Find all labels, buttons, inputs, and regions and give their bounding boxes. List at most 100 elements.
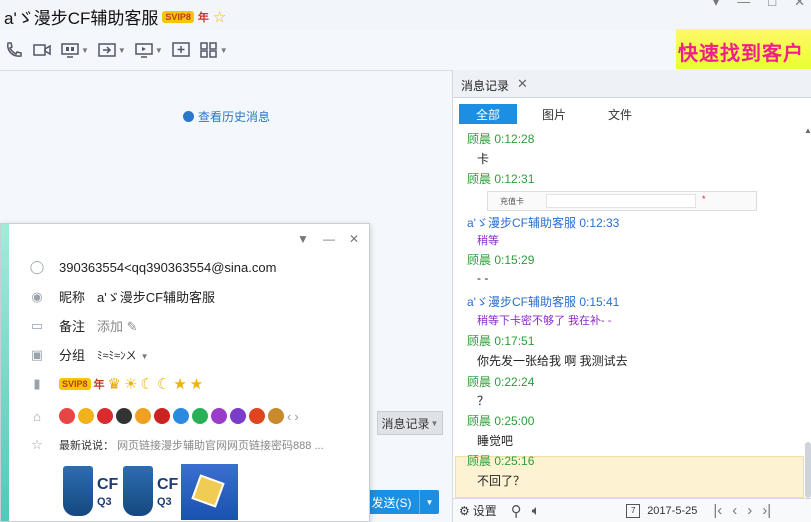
year-badge: 年	[93, 379, 105, 391]
moon-icon: ☾	[140, 376, 154, 393]
scrollbar[interactable]: ▲	[804, 126, 811, 500]
group-label: 分组	[59, 348, 86, 363]
menu-dropdown-icon[interactable]: ▾	[713, 0, 720, 10]
message-time: 0:25:00	[494, 414, 535, 428]
message-text[interactable]: 不回了？	[477, 472, 525, 489]
badge-icon[interactable]	[249, 408, 265, 424]
star-icon[interactable]: ☆	[213, 8, 226, 26]
message-sender[interactable]: a'ゞ漫步CF辅助客服	[467, 216, 576, 230]
privilege-badges[interactable]: ‹ ›	[59, 408, 299, 424]
badge-icon[interactable]	[135, 408, 151, 424]
message-text[interactable]: 稍等下卡密不够了 我在补- -	[477, 312, 611, 328]
group-select[interactable]: ﾐ≈ﾐ≈ﾝㄨ ▼	[97, 347, 149, 363]
date-picker[interactable]: 7 2017-5-25	[626, 503, 697, 518]
popup-menu-icon[interactable]: ▼	[297, 232, 309, 246]
message-sender[interactable]: 顾晨	[467, 454, 491, 468]
chevron-right-icon[interactable]: ›	[294, 409, 298, 424]
scroll-up-icon[interactable]: ▲	[804, 126, 811, 135]
message-header: a'ゞ漫步CF辅助客服 0:12:33	[467, 214, 619, 231]
chevron-down-icon[interactable]: ▼	[220, 46, 228, 55]
screen-share-icon[interactable]: ▼	[60, 41, 89, 59]
message-text[interactable]: - -	[477, 271, 488, 285]
badge-icon[interactable]	[192, 408, 208, 424]
message-sender[interactable]: 顾晨	[467, 132, 491, 146]
filter-files[interactable]: 文件	[591, 104, 649, 124]
scroll-thumb[interactable]	[805, 442, 811, 498]
level-badges[interactable]: SVIP8 年 ♛ ☀ ☾ ☾ ★ ★	[59, 375, 203, 393]
page-navigation: |‹ ‹ › ›|	[713, 502, 771, 519]
message-text[interactable]: 睡觉吧	[477, 432, 513, 449]
video-icon[interactable]	[32, 41, 52, 59]
view-history-link[interactable]: 查看历史消息	[183, 108, 270, 125]
ad-banner-text: 快速找到客户	[678, 43, 804, 65]
title-bar: a'ゞ漫步CF辅助客服 SVIP8 年 ☆ ▾ — □ ✕	[0, 0, 811, 30]
message-log-tab[interactable]: 消息记录 ✕	[453, 70, 811, 98]
prev-page-icon[interactable]: ‹	[732, 502, 737, 519]
account-text[interactable]: 390363554<qq390363554@sina.com	[59, 260, 276, 275]
badge-icon[interactable]	[230, 408, 246, 424]
message-text[interactable]: 你先发一张给我 啊 我测试去	[477, 352, 628, 369]
recharge-card-image[interactable]: 充值卡 *	[487, 191, 757, 211]
contact-name[interactable]: a'ゞ漫步CF辅助客服	[4, 4, 158, 29]
apps-grid-icon[interactable]: ▼	[199, 41, 228, 59]
message-text[interactable]: ？	[477, 392, 489, 409]
chevron-down-icon[interactable]: ▼	[155, 46, 163, 55]
phone-icon[interactable]	[4, 41, 24, 59]
gear-icon: ⚙	[459, 503, 470, 518]
last-page-icon[interactable]: ›|	[762, 502, 771, 519]
badge-icon[interactable]	[173, 408, 189, 424]
signature-text[interactable]: 最新说说： 网页链接漫步辅助官网网页链接密码888 ...	[59, 437, 324, 453]
message-sender[interactable]: 顾晨	[467, 334, 491, 348]
minimize-button[interactable]: —	[737, 0, 750, 10]
chevron-down-icon: ▼	[430, 418, 439, 428]
badge-icon[interactable]	[268, 408, 284, 424]
close-button[interactable]: ✕	[794, 0, 805, 10]
badge-icon[interactable]	[154, 408, 170, 424]
card-mark: *	[702, 194, 706, 204]
message-sender[interactable]: a'ゞ漫步CF辅助客服	[467, 295, 576, 309]
speaker-icon[interactable]: 🔈︎	[532, 502, 540, 519]
filter-images[interactable]: 图片	[525, 104, 583, 124]
file-transfer-icon[interactable]: ▼	[97, 41, 126, 59]
filter-all[interactable]: 全部	[459, 104, 517, 124]
chevron-left-icon[interactable]: ‹	[287, 409, 291, 424]
first-page-icon[interactable]: |‹	[713, 502, 722, 519]
remote-desktop-icon[interactable]: ▼	[134, 41, 163, 59]
app-add-icon[interactable]	[171, 41, 191, 59]
search-icon[interactable]: ⚲	[511, 502, 522, 520]
card-label: 充值卡	[500, 197, 524, 206]
settings-button[interactable]: ⚙ 设置	[459, 502, 497, 519]
chevron-down-icon[interactable]: ▼	[118, 46, 126, 55]
maximize-button[interactable]: □	[768, 0, 776, 10]
photo-thumbnail[interactable]	[181, 464, 238, 520]
chevron-down-icon[interactable]: ▼	[81, 46, 89, 55]
badge-icon[interactable]	[116, 408, 132, 424]
message-text[interactable]: 稍等	[477, 232, 499, 248]
message-log-button[interactable]: 消息记录 ▼	[377, 411, 443, 435]
message-text[interactable]: 卡	[477, 150, 489, 167]
add-note-link[interactable]: 添加 ✎	[97, 316, 138, 335]
message-sender[interactable]: 顾晨	[467, 414, 491, 428]
message-sender[interactable]: 顾晨	[467, 375, 491, 389]
send-options-dropdown[interactable]: ▼	[419, 490, 439, 514]
message-time: 0:12:33	[579, 216, 620, 230]
close-icon[interactable]: ✕	[517, 76, 528, 92]
ad-banner[interactable]: 快速找到客户	[676, 29, 811, 69]
svip-badge[interactable]: SVIP8	[162, 10, 194, 23]
popup-close-button[interactable]: ✕	[349, 232, 359, 246]
message-sender[interactable]: 顾晨	[467, 172, 491, 186]
photo-thumbnail[interactable]: CF Q3	[121, 464, 178, 520]
card-field	[546, 194, 696, 208]
badge-icon[interactable]	[78, 408, 94, 424]
send-button[interactable]: 发送(S) ▼	[362, 490, 439, 514]
photo-thumbnail[interactable]: CF Q3	[61, 464, 118, 520]
next-page-icon[interactable]: ›	[747, 502, 752, 519]
note-label: 备注	[59, 319, 86, 334]
popup-minimize-button[interactable]: —	[323, 232, 335, 246]
badge-icon[interactable]	[97, 408, 113, 424]
user-icon: ◉	[31, 288, 43, 304]
popup-accent-strip	[1, 224, 9, 521]
badge-icon[interactable]	[211, 408, 227, 424]
badge-icon[interactable]	[59, 408, 75, 424]
message-sender[interactable]: 顾晨	[467, 253, 491, 267]
